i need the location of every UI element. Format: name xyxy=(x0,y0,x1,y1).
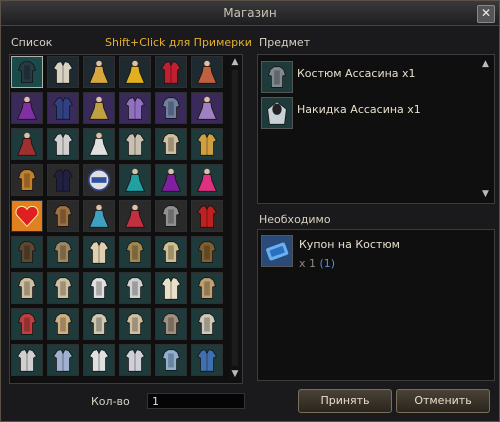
armor-icon[interactable] xyxy=(11,308,43,340)
armor-icon[interactable] xyxy=(11,164,43,196)
dress-icon[interactable] xyxy=(83,200,115,232)
required-item-qty: x 1 (1) xyxy=(299,257,335,270)
dress-icon[interactable] xyxy=(119,56,151,88)
item-grid xyxy=(11,56,227,380)
armor-icon[interactable] xyxy=(47,308,79,340)
armor-icon[interactable] xyxy=(119,272,151,304)
product-scroll-down-icon[interactable]: ▼ xyxy=(482,189,489,199)
armor-icon[interactable] xyxy=(11,236,43,268)
coat-icon[interactable] xyxy=(47,56,79,88)
armor-icon[interactable] xyxy=(191,272,223,304)
coat-icon[interactable] xyxy=(191,128,223,160)
coat-icon[interactable] xyxy=(119,344,151,376)
product-header: Предмет xyxy=(259,36,311,49)
accept-button[interactable]: Принять xyxy=(298,389,392,413)
quantity-input[interactable]: 1 xyxy=(147,393,245,409)
required-item-name: Купон на Костюм xyxy=(299,238,400,251)
close-icon[interactable]: ✕ xyxy=(477,5,495,23)
window-title: Магазин xyxy=(223,6,277,20)
coat-icon[interactable] xyxy=(191,200,223,232)
armor-icon[interactable] xyxy=(261,61,293,93)
dress-icon[interactable] xyxy=(119,200,151,232)
coat-icon[interactable] xyxy=(155,56,187,88)
armor-icon[interactable] xyxy=(83,308,115,340)
dress-icon[interactable] xyxy=(83,128,115,160)
dress-icon[interactable] xyxy=(191,92,223,124)
armor-icon[interactable] xyxy=(11,272,43,304)
list-header: Список xyxy=(11,36,53,49)
owned-count: (1) xyxy=(319,257,336,270)
scroll-up-icon[interactable]: ▲ xyxy=(229,56,241,68)
coat-icon[interactable] xyxy=(47,164,79,196)
dress-icon[interactable] xyxy=(119,164,151,196)
quantity-label: Кол-во xyxy=(91,395,130,408)
armor-icon[interactable] xyxy=(119,308,151,340)
dress-icon[interactable] xyxy=(83,56,115,88)
dress-icon[interactable] xyxy=(83,92,115,124)
product-item-name: Накидка Ассасина x1 xyxy=(297,103,421,116)
coat-icon[interactable] xyxy=(119,92,151,124)
armor-icon[interactable] xyxy=(155,128,187,160)
dress-icon[interactable] xyxy=(191,56,223,88)
shop-window: Магазин ✕ Список Shift+Click для Примерк… xyxy=(0,0,500,422)
armor-icon[interactable] xyxy=(155,92,187,124)
dress-icon[interactable] xyxy=(155,164,187,196)
armor-icon[interactable] xyxy=(47,200,79,232)
coat-icon[interactable] xyxy=(47,92,79,124)
list-scrollbar[interactable]: ▲ ▼ xyxy=(229,56,241,380)
coat-icon[interactable] xyxy=(11,344,43,376)
required-qty: x 1 xyxy=(299,257,317,270)
armor-icon[interactable] xyxy=(191,308,223,340)
coat-icon[interactable] xyxy=(155,272,187,304)
try-on-hint: Shift+Click для Примерки xyxy=(105,36,252,49)
product-item-name: Костюм Ассасина x1 xyxy=(297,67,416,80)
product-scroll-up-icon[interactable]: ▲ xyxy=(482,59,489,69)
coat-icon[interactable] xyxy=(191,344,223,376)
badge-icon[interactable] xyxy=(83,164,115,196)
armor-icon[interactable] xyxy=(47,272,79,304)
scroll-track[interactable] xyxy=(232,70,238,366)
coat-icon[interactable] xyxy=(83,236,115,268)
dress-icon[interactable] xyxy=(191,164,223,196)
cloak-icon[interactable] xyxy=(261,97,293,129)
coat-icon[interactable] xyxy=(47,128,79,160)
coat-icon[interactable] xyxy=(119,128,151,160)
armor-icon[interactable] xyxy=(155,200,187,232)
dress-icon[interactable] xyxy=(11,128,43,160)
armor-icon[interactable] xyxy=(119,236,151,268)
armor-icon[interactable] xyxy=(47,236,79,268)
scroll-down-icon[interactable]: ▼ xyxy=(229,368,241,380)
heart-icon[interactable] xyxy=(11,200,43,232)
armor-icon[interactable] xyxy=(11,56,43,88)
coat-icon[interactable] xyxy=(47,344,79,376)
armor-icon[interactable] xyxy=(155,344,187,376)
cancel-button[interactable]: Отменить xyxy=(396,389,490,413)
required-header: Необходимо xyxy=(259,213,331,226)
armor-icon[interactable] xyxy=(155,308,187,340)
title-bar[interactable]: Магазин ✕ xyxy=(1,1,499,26)
coupon-icon[interactable] xyxy=(261,235,293,267)
armor-icon[interactable] xyxy=(191,236,223,268)
armor-icon[interactable] xyxy=(83,272,115,304)
coat-icon[interactable] xyxy=(83,344,115,376)
dress-icon[interactable] xyxy=(11,92,43,124)
armor-icon[interactable] xyxy=(155,236,187,268)
